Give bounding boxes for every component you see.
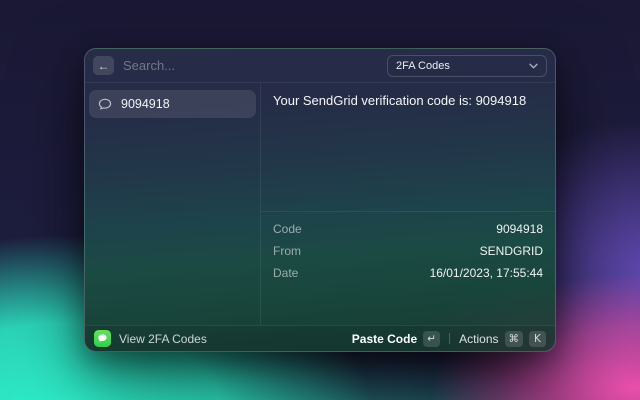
metadata-label: From: [273, 244, 301, 258]
chat-bubble-icon: [98, 97, 112, 111]
metadata-row-from: From SENDGRID: [273, 240, 543, 262]
footer-divider: [449, 333, 451, 344]
results-list: 9094918: [85, 83, 261, 325]
metadata-value: 9094918: [496, 222, 543, 236]
message-preview: Your SendGrid verification code is: 9094…: [261, 83, 555, 212]
return-key-badge[interactable]: ↵: [423, 330, 441, 347]
footer-bar: View 2FA Codes Paste Code ↵ Actions ⌘ K: [85, 325, 555, 351]
paste-code-button[interactable]: Paste Code: [352, 332, 417, 346]
metadata-value: 16/01/2023, 17:55:44: [429, 266, 543, 280]
footer-title: View 2FA Codes: [119, 331, 207, 346]
back-button[interactable]: ←: [93, 56, 114, 75]
metadata-value: SENDGRID: [479, 244, 543, 258]
launcher-window: ← 2FA Codes 9094918 Your SendGrid verifi…: [84, 48, 556, 352]
metadata-section: Code 9094918 From SENDGRID Date 16/01/20…: [261, 212, 555, 325]
metadata-row-date: Date 16/01/2023, 17:55:44: [273, 262, 543, 284]
metadata-row-code: Code 9094918: [273, 218, 543, 240]
code-source-dropdown[interactable]: 2FA Codes: [387, 54, 547, 77]
footer-actions: Paste Code ↵ Actions ⌘ K: [352, 330, 546, 347]
metadata-label: Date: [273, 266, 299, 280]
command-key-badge[interactable]: ⌘: [504, 330, 523, 347]
k-key-badge[interactable]: K: [529, 330, 546, 347]
header-bar: ← 2FA Codes: [85, 49, 555, 83]
messages-app-icon: [94, 330, 111, 347]
detail-pane: Your SendGrid verification code is: 9094…: [261, 83, 555, 325]
actions-button[interactable]: Actions: [459, 332, 498, 346]
list-item-code[interactable]: 9094918: [89, 90, 256, 118]
dropdown-selected-value: 2FA Codes: [396, 59, 450, 72]
desktop-background: { "colors": { "accent_green": "#2fd04a",…: [0, 0, 640, 400]
search-input[interactable]: [123, 58, 378, 73]
list-item-label: 9094918: [121, 97, 170, 111]
back-arrow-icon: ←: [97, 58, 110, 73]
metadata-label: Code: [273, 222, 302, 236]
content-area: 9094918 Your SendGrid verification code …: [85, 83, 555, 325]
chevron-down-icon: [529, 63, 538, 69]
